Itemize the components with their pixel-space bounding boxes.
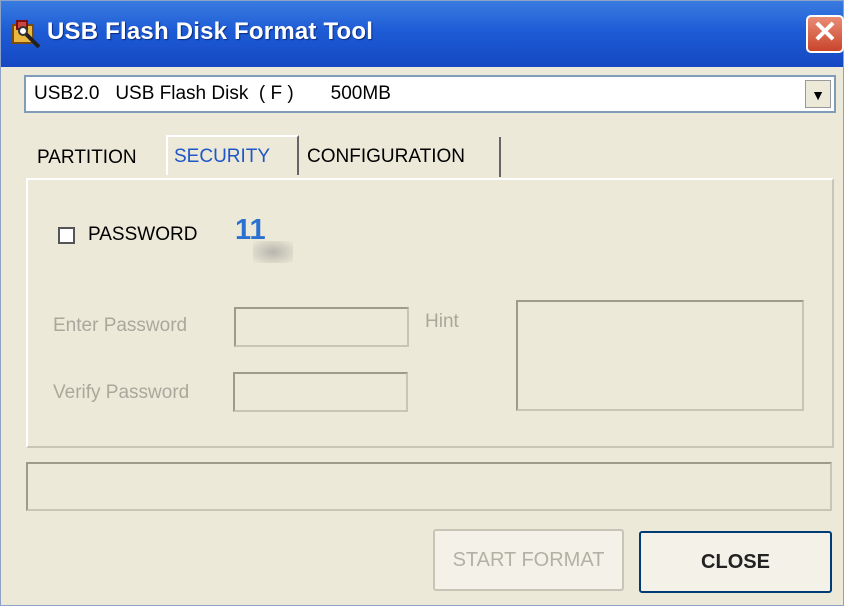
enter-password-field[interactable]	[234, 307, 409, 347]
device-select[interactable]: USB2.0 USB Flash Disk ( F ) 500MB ▼	[24, 75, 836, 113]
cursor-smudge	[253, 241, 293, 263]
verify-password-field[interactable]	[233, 372, 408, 412]
window-title: USB Flash Disk Format Tool	[47, 18, 374, 45]
title-bar[interactable]: USB Flash Disk Format Tool ✕	[1, 1, 844, 67]
verify-password-label: Verify Password	[53, 382, 190, 403]
password-checkbox-label[interactable]: PASSWORD	[88, 224, 197, 246]
tab-partition[interactable]: PARTITION	[31, 138, 161, 178]
chevron-down-icon[interactable]: ▼	[805, 80, 831, 108]
close-button[interactable]: CLOSE	[639, 531, 832, 593]
status-bar	[26, 462, 832, 511]
device-select-value: USB2.0 USB Flash Disk ( F ) 500MB	[34, 83, 391, 104]
tab-configuration[interactable]: CONFIGURATION	[301, 137, 501, 177]
start-format-button[interactable]: START FORMAT	[433, 529, 624, 591]
tab-security[interactable]: SECURITY	[166, 135, 299, 175]
hint-label: Hint	[425, 311, 459, 332]
enter-password-label: Enter Password	[53, 315, 188, 336]
usb-format-app-icon	[12, 20, 41, 49]
password-checkbox[interactable]	[58, 227, 75, 244]
hint-field[interactable]	[516, 300, 804, 411]
close-icon[interactable]: ✕	[806, 15, 844, 53]
format-tool-window: USB Flash Disk Format Tool ✕ USB2.0 USB …	[0, 0, 844, 606]
